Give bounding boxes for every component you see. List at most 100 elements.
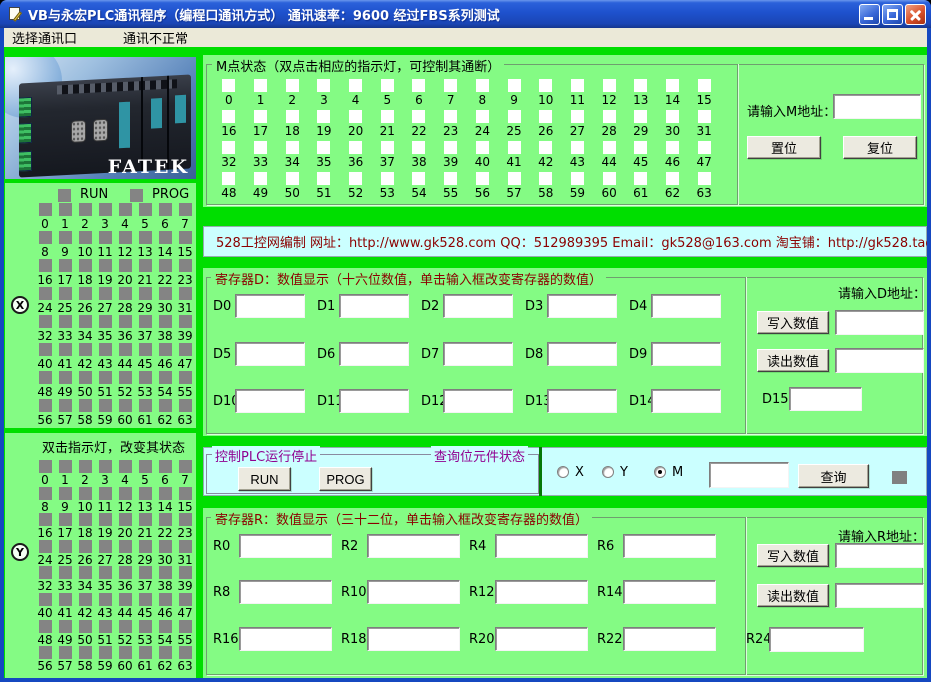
m-indicator-50[interactable] — [286, 172, 299, 185]
r12-input[interactable] — [495, 580, 588, 604]
x-indicator-11[interactable] — [99, 231, 112, 244]
m-indicator-56[interactable] — [476, 172, 489, 185]
y-indicator-1[interactable] — [59, 460, 72, 473]
x-indicator-8[interactable] — [39, 231, 52, 244]
y-indicator-11[interactable] — [99, 487, 112, 500]
m-indicator-20[interactable] — [349, 110, 362, 123]
query-address-input[interactable] — [709, 462, 789, 488]
m-indicator-45[interactable] — [634, 141, 647, 154]
x-indicator-61[interactable] — [139, 399, 152, 412]
d10-input[interactable] — [235, 389, 305, 413]
m-indicator-19[interactable] — [317, 110, 330, 123]
r2-input[interactable] — [367, 534, 460, 558]
x-indicator-32[interactable] — [39, 315, 52, 328]
m-indicator-1[interactable] — [254, 79, 267, 92]
m-indicator-55[interactable] — [444, 172, 457, 185]
x-indicator-53[interactable] — [139, 371, 152, 384]
m-indicator-34[interactable] — [286, 141, 299, 154]
m-indicator-46[interactable] — [666, 141, 679, 154]
x-indicator-23[interactable] — [179, 259, 192, 272]
x-indicator-37[interactable] — [139, 315, 152, 328]
m-indicator-52[interactable] — [349, 172, 362, 185]
y-indicator-33[interactable] — [59, 566, 72, 579]
y-indicator-9[interactable] — [59, 487, 72, 500]
x-indicator-5[interactable] — [139, 203, 152, 216]
radio-m[interactable]: M — [654, 464, 683, 480]
m-indicator-16[interactable] — [222, 110, 235, 123]
x-indicator-48[interactable] — [39, 371, 52, 384]
x-indicator-34[interactable] — [79, 315, 92, 328]
d12-input[interactable] — [443, 389, 513, 413]
m-indicator-43[interactable] — [571, 141, 584, 154]
m-indicator-27[interactable] — [571, 110, 584, 123]
m-indicator-4[interactable] — [349, 79, 362, 92]
y-indicator-55[interactable] — [179, 620, 192, 633]
y-indicator-57[interactable] — [59, 646, 72, 659]
m-indicator-11[interactable] — [571, 79, 584, 92]
m-indicator-2[interactable] — [286, 79, 299, 92]
y-indicator-4[interactable] — [119, 460, 132, 473]
m-indicator-10[interactable] — [539, 79, 552, 92]
y-indicator-49[interactable] — [59, 620, 72, 633]
y-indicator-25[interactable] — [59, 540, 72, 553]
y-indicator-34[interactable] — [79, 566, 92, 579]
y-indicator-20[interactable] — [119, 513, 132, 526]
m-indicator-31[interactable] — [698, 110, 711, 123]
y-indicator-43[interactable] — [99, 593, 112, 606]
m-indicator-7[interactable] — [444, 79, 457, 92]
close-button[interactable] — [905, 4, 926, 25]
m-indicator-8[interactable] — [476, 79, 489, 92]
x-indicator-39[interactable] — [179, 315, 192, 328]
m-indicator-22[interactable] — [412, 110, 425, 123]
y-indicator-14[interactable] — [159, 487, 172, 500]
y-indicator-21[interactable] — [139, 513, 152, 526]
y-indicator-23[interactable] — [179, 513, 192, 526]
y-indicator-42[interactable] — [79, 593, 92, 606]
m-address-input[interactable] — [833, 94, 921, 119]
x-indicator-33[interactable] — [59, 315, 72, 328]
y-indicator-30[interactable] — [159, 540, 172, 553]
x-indicator-15[interactable] — [179, 231, 192, 244]
m-indicator-25[interactable] — [508, 110, 521, 123]
y-indicator-3[interactable] — [99, 460, 112, 473]
y-indicator-37[interactable] — [139, 566, 152, 579]
r0-input[interactable] — [239, 534, 332, 558]
x-indicator-2[interactable] — [79, 203, 92, 216]
radio-y[interactable]: Y — [602, 464, 628, 480]
r18-input[interactable] — [367, 627, 460, 651]
m-indicator-62[interactable] — [666, 172, 679, 185]
x-indicator-1[interactable] — [59, 203, 72, 216]
m-indicator-18[interactable] — [286, 110, 299, 123]
r22-input[interactable] — [623, 627, 716, 651]
r20-input[interactable] — [495, 627, 588, 651]
r4-input[interactable] — [495, 534, 588, 558]
x-indicator-19[interactable] — [99, 259, 112, 272]
r8-input[interactable] — [239, 580, 332, 604]
radio-x[interactable]: X — [557, 464, 584, 480]
r-write-value-input[interactable] — [835, 543, 924, 568]
m-indicator-0[interactable] — [222, 79, 235, 92]
x-indicator-0[interactable] — [39, 203, 52, 216]
y-indicator-10[interactable] — [79, 487, 92, 500]
y-indicator-38[interactable] — [159, 566, 172, 579]
y-indicator-53[interactable] — [139, 620, 152, 633]
x-indicator-40[interactable] — [39, 343, 52, 356]
y-indicator-31[interactable] — [179, 540, 192, 553]
x-indicator-54[interactable] — [159, 371, 172, 384]
x-indicator-22[interactable] — [159, 259, 172, 272]
prog-button[interactable]: PROG — [319, 467, 372, 491]
x-indicator-36[interactable] — [119, 315, 132, 328]
y-indicator-13[interactable] — [139, 487, 152, 500]
reset-button[interactable]: 复位 — [843, 136, 917, 159]
y-indicator-62[interactable] — [159, 646, 172, 659]
d0-input[interactable] — [235, 294, 305, 318]
d6-input[interactable] — [339, 342, 409, 366]
d-read-value-input[interactable] — [835, 348, 924, 373]
y-indicator-54[interactable] — [159, 620, 172, 633]
y-indicator-45[interactable] — [139, 593, 152, 606]
x-indicator-51[interactable] — [99, 371, 112, 384]
r10-input[interactable] — [367, 580, 460, 604]
x-indicator-10[interactable] — [79, 231, 92, 244]
x-indicator-47[interactable] — [179, 343, 192, 356]
maximize-button[interactable] — [882, 4, 903, 25]
